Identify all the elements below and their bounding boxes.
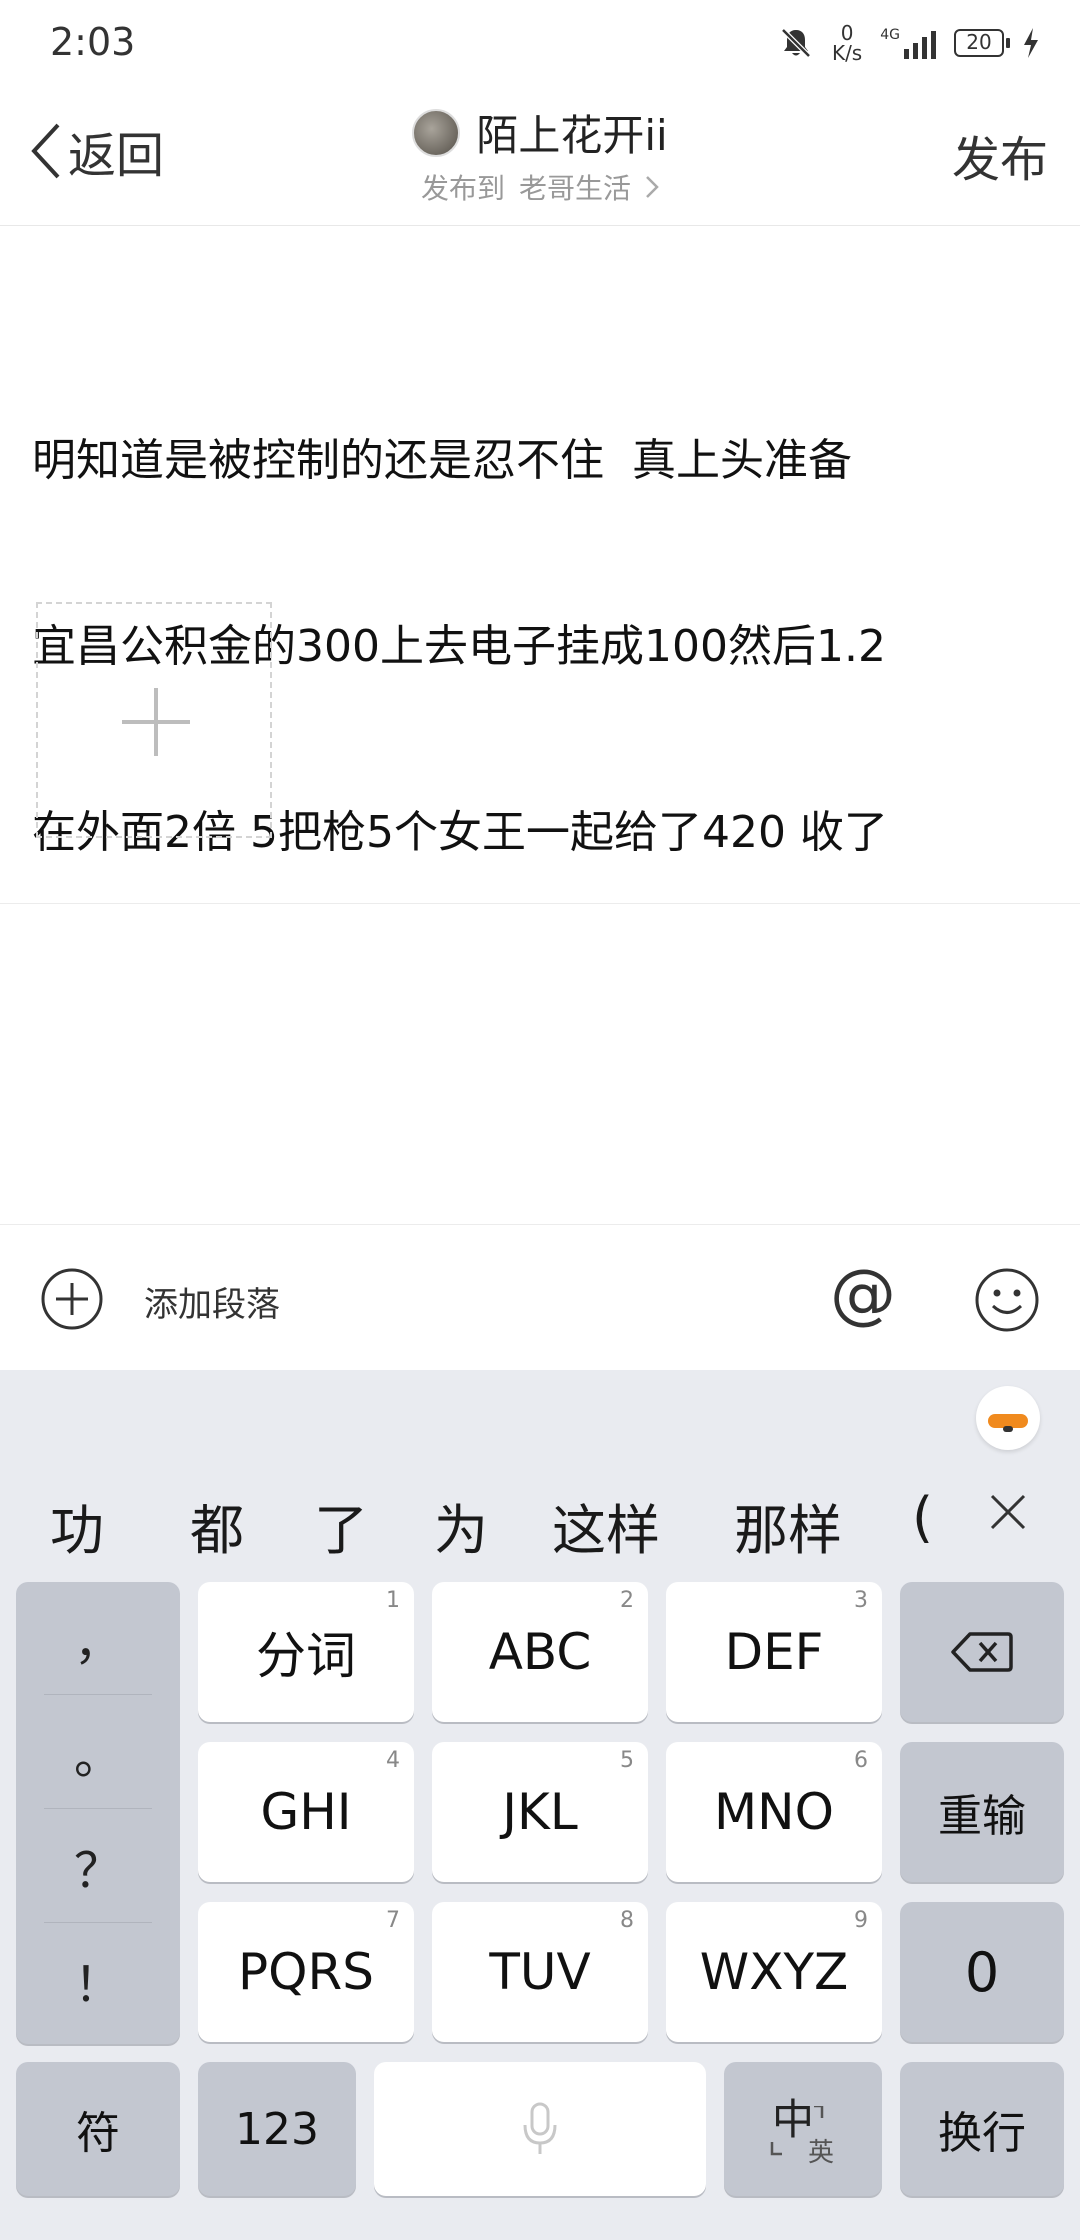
candidate-word[interactable]: 功 [50, 1486, 104, 1565]
net-speed-unit: K/s [831, 41, 863, 65]
backspace-key[interactable] [900, 1582, 1064, 1722]
key-7[interactable]: PQRS 7 [198, 1902, 414, 2042]
candidate-word[interactable]: 为 [434, 1486, 488, 1565]
zero-key[interactable]: 0 [900, 1902, 1064, 2042]
space-key[interactable] [374, 2062, 706, 2196]
key-number: 6 [854, 1748, 868, 1773]
punct-key-question[interactable]: ？ [16, 1810, 180, 1922]
key-label: MNO [714, 1783, 834, 1841]
publish-button[interactable]: 发布 [952, 120, 1048, 190]
mute-bell-icon [781, 28, 811, 58]
divider [0, 903, 1080, 904]
close-icon[interactable] [988, 1492, 1028, 1532]
candidate-bar: 功 都 了 为 这样 那样 ( [0, 1470, 1080, 1566]
key-5[interactable]: JKL 5 [432, 1742, 648, 1882]
publish-to-prefix: 发布到 [420, 172, 505, 205]
key-label: GHI [260, 1783, 352, 1841]
candidate-word[interactable]: ( [912, 1486, 940, 1549]
key-number: 4 [386, 1748, 400, 1773]
punct-key-period[interactable]: 。 [16, 1696, 180, 1808]
editor-toolbar: 添加段落 @ [0, 1224, 1080, 1370]
post-text-line: 明知道是被控制的还是忍不住 真上头准备 [32, 435, 852, 486]
key-6[interactable]: MNO 6 [666, 1742, 882, 1882]
key-number: 2 [620, 1588, 634, 1613]
add-paragraph-button[interactable]: 添加段落 [144, 1277, 280, 1326]
author-row: 陌上花开ii [412, 102, 668, 163]
key-number: 1 [386, 1588, 400, 1613]
candidate-word[interactable]: 这样 [552, 1486, 660, 1565]
add-paragraph-icon[interactable] [40, 1267, 104, 1331]
add-image-button[interactable] [36, 602, 272, 838]
punctuation-column: ， 。 ？ ！ [16, 1582, 180, 2044]
candidate-word[interactable]: 那样 [734, 1486, 842, 1565]
punct-key-exclaim[interactable]: ！ [16, 1924, 180, 2036]
mention-icon[interactable]: @ [830, 1259, 896, 1329]
key-number: 5 [620, 1748, 634, 1773]
punct-key-comma[interactable]: ， [16, 1582, 180, 1694]
key-8[interactable]: TUV 8 [432, 1902, 648, 2042]
signal-icon: 4G [880, 27, 936, 59]
key-9[interactable]: WXYZ 9 [666, 1902, 882, 2042]
numbers-key[interactable]: 123 [198, 2062, 356, 2196]
net-speed: 0 K/s [832, 23, 862, 63]
key-label: 分词 [256, 1627, 356, 1685]
reenter-key[interactable]: 重输 [900, 1742, 1064, 1882]
key-number: 3 [854, 1588, 868, 1613]
key-label: TUV [489, 1943, 591, 2001]
publish-to-target: 老哥生活 [519, 172, 632, 205]
switch-bracket-icon [770, 2106, 824, 2156]
language-switch-key[interactable]: 中 英 [724, 2062, 882, 2196]
signal-type: 4G [880, 27, 900, 43]
key-4[interactable]: GHI 4 [198, 1742, 414, 1882]
key-label: DEF [724, 1623, 824, 1681]
status-bar: 2:03 0 K/s 4G 20 [0, 0, 1080, 88]
keyboard-mascot-icon[interactable] [976, 1386, 1040, 1450]
status-icons: 0 K/s 4G 20 [778, 18, 1040, 68]
symbols-key[interactable]: 符 [16, 2062, 180, 2196]
net-speed-value: 0 [840, 21, 854, 45]
ime-keyboard: 功 都 了 为 这样 那样 ( ， 。 ？ ！ 分词 1 ABC 2 DEF 3 [0, 1370, 1080, 2240]
charging-bolt-icon [1024, 28, 1038, 58]
avatar [412, 108, 461, 157]
key-number: 7 [386, 1908, 400, 1933]
key-number: 9 [854, 1908, 868, 1933]
key-label: WXYZ [699, 1943, 849, 2001]
username: 陌上花开ii [476, 111, 668, 160]
status-time: 2:03 [50, 20, 136, 64]
publish-target-selector[interactable]: 发布到 老哥生活 [421, 167, 659, 207]
chevron-right-icon [646, 176, 659, 198]
candidate-word[interactable]: 都 [190, 1486, 244, 1565]
battery-icon: 20 [954, 29, 1010, 57]
key-number: 8 [620, 1908, 634, 1933]
enter-key[interactable]: 换行 [900, 2062, 1064, 2196]
author-info: 陌上花开ii 发布到 老哥生活 [0, 102, 1080, 207]
key-3[interactable]: DEF 3 [666, 1582, 882, 1722]
key-label: ABC [488, 1623, 592, 1681]
key-2[interactable]: ABC 2 [432, 1582, 648, 1722]
key-label: JKL [502, 1783, 578, 1841]
backspace-icon [951, 1632, 1013, 1672]
microphone-icon [523, 2102, 557, 2154]
key-label: PQRS [238, 1943, 374, 2001]
emoji-icon[interactable] [974, 1267, 1040, 1333]
editor-header: 返回 陌上花开ii 发布到 老哥生活 发布 [0, 88, 1080, 226]
candidate-word[interactable]: 了 [314, 1486, 368, 1565]
key-1[interactable]: 分词 1 [198, 1582, 414, 1722]
